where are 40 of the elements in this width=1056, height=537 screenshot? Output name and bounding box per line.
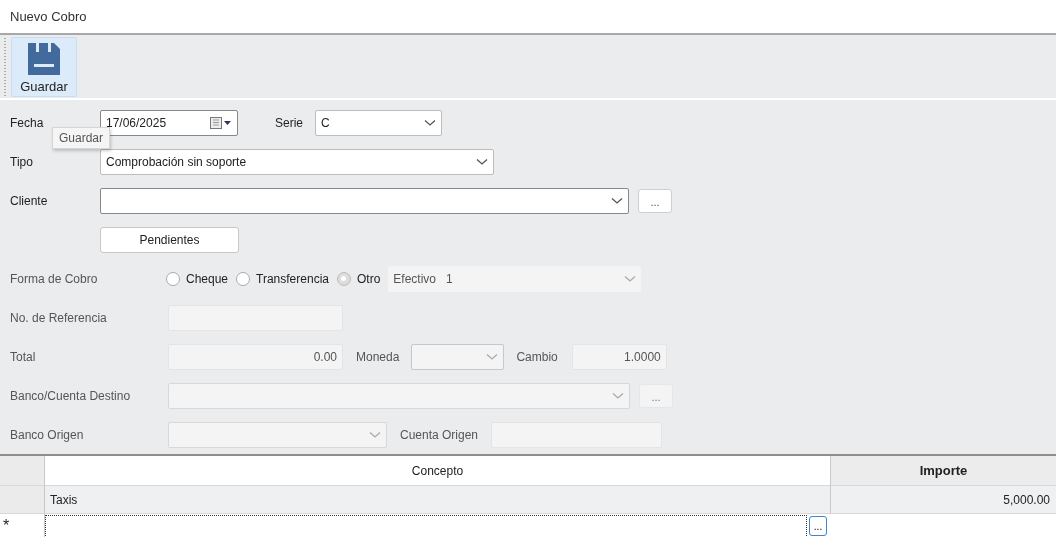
field-label: Cambio (516, 349, 558, 364)
series-dropdown[interactable]: C (315, 109, 442, 136)
chevron-down-icon (624, 274, 637, 283)
chevron-down-icon (476, 157, 488, 166)
row-header (0, 456, 45, 486)
table-cell: 5,000.00 (831, 486, 1056, 514)
chevron-down-icon (611, 196, 623, 205)
field-label: Cliente (10, 193, 49, 208)
pending-button[interactable]: Pendientes (100, 226, 239, 253)
new-row-marker: * (0, 514, 45, 537)
chevron-down-icon (424, 118, 436, 127)
type-dropdown[interactable]: Comprobación sin soporte (100, 148, 494, 175)
bank-dropdown[interactable] (168, 421, 387, 448)
field-label: Serie (275, 115, 303, 130)
chevron-down-icon (369, 430, 381, 439)
client-dropdown[interactable] (100, 187, 629, 214)
table-cell: Taxis (45, 486, 831, 514)
field-label: Fecha (10, 115, 45, 130)
field-label: Total (10, 349, 37, 364)
currency-dropdown[interactable] (411, 343, 505, 370)
cell-editor[interactable] (45, 515, 807, 537)
field-label: Moneda (356, 349, 400, 364)
field-label: No. de Referencia (10, 310, 108, 325)
chevron-down-icon (612, 391, 624, 400)
tooltip: Guardar (52, 127, 111, 149)
field-label: Tipo (10, 154, 34, 169)
field-label: Cuenta Origen (400, 427, 479, 442)
field-label: Forma de Cobro (10, 271, 99, 286)
column-header[interactable]: Importe (831, 456, 1056, 486)
bank-dropdown[interactable] (168, 382, 630, 409)
window-title: Nuevo Cobro (10, 9, 87, 24)
browse-button[interactable]: ... (809, 516, 827, 536)
calendar-icon (210, 116, 232, 129)
field-label: Banco/Cuenta Destino (10, 388, 132, 403)
row-header[interactable] (0, 486, 45, 514)
chevron-down-icon (486, 352, 499, 361)
date-field[interactable]: 17/06/2025 (100, 109, 238, 136)
field-label: Banco Origen (10, 427, 85, 442)
browse-button[interactable]: ... (638, 188, 672, 213)
save-button[interactable]: Guardar (11, 36, 77, 97)
